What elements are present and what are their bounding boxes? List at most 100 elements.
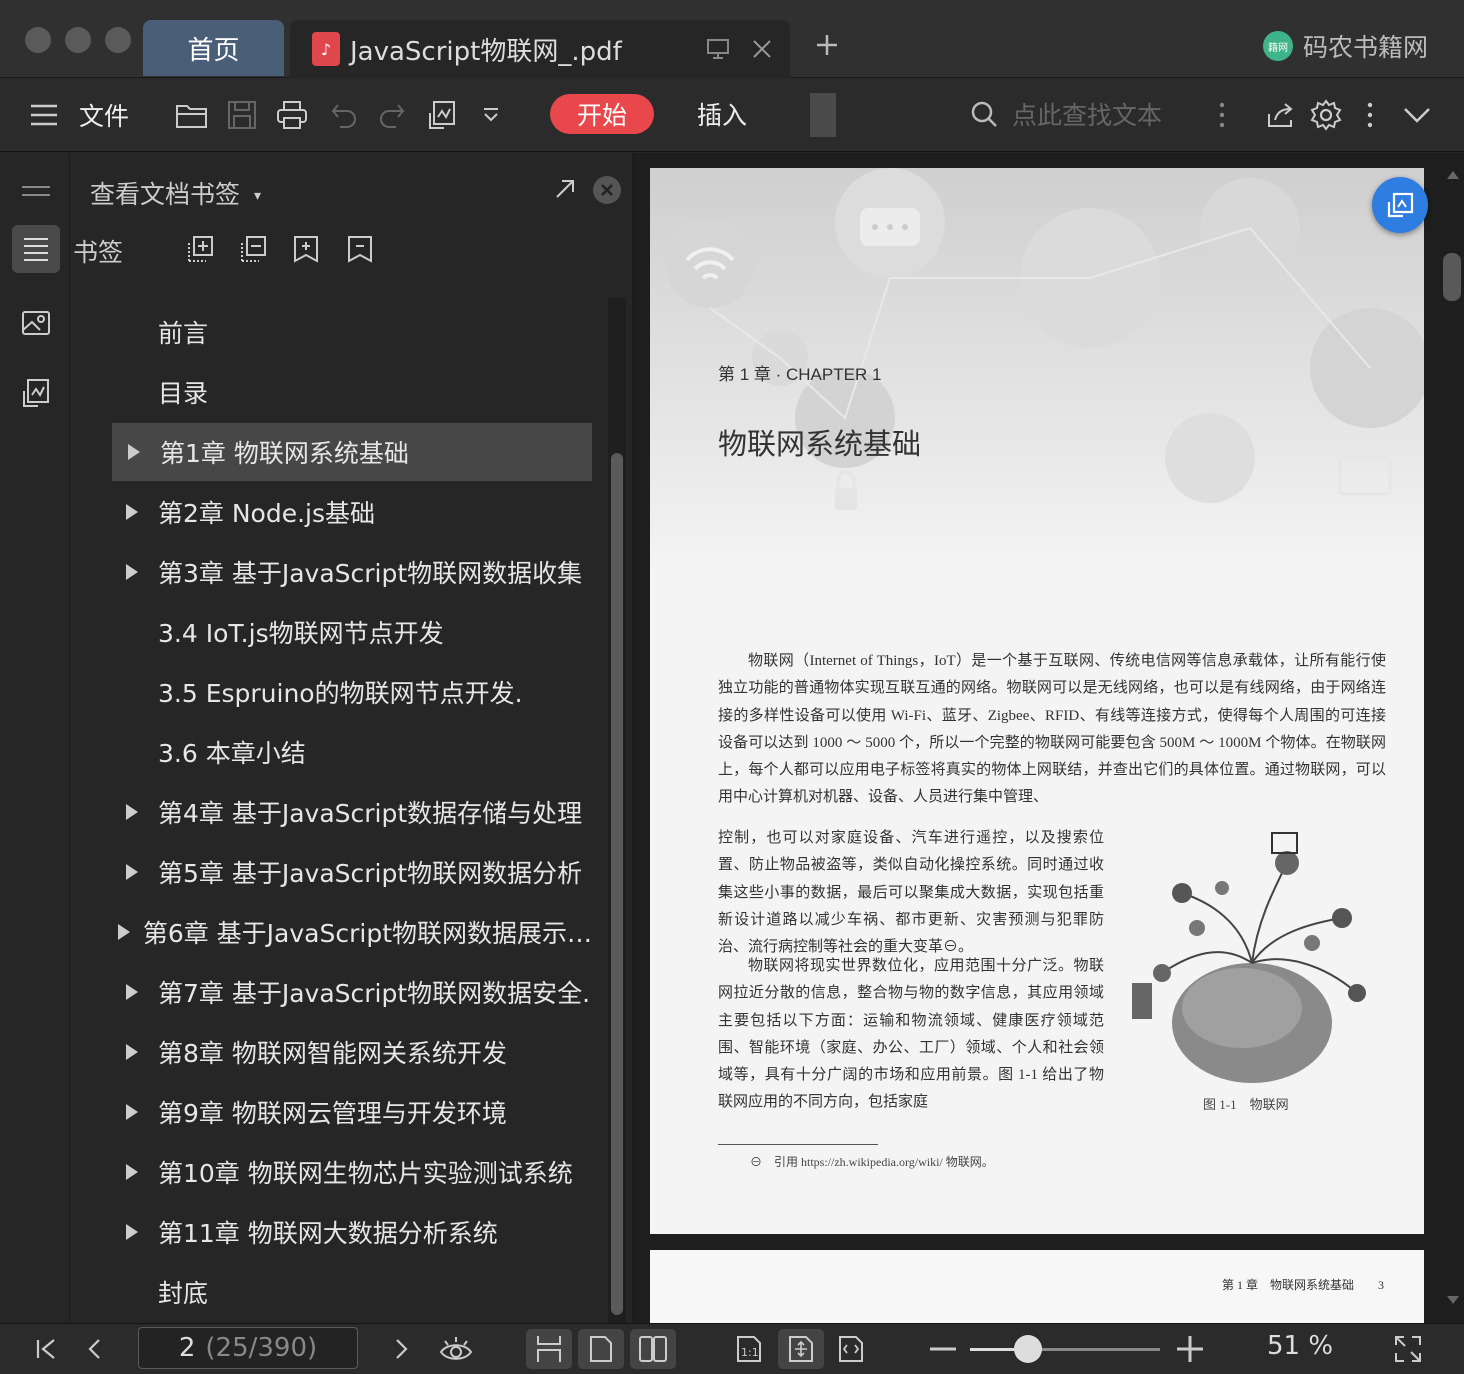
zoom-out-icon[interactable] — [928, 1329, 958, 1369]
expand-triangle-icon[interactable] — [110, 563, 150, 581]
expand-triangle-icon[interactable] — [110, 923, 135, 941]
bookmark-label: 3.5 Espruino的物联网节点开发. — [158, 679, 523, 708]
bookmark-item[interactable]: 第8章 物联网智能网关系统开发 — [110, 1023, 592, 1081]
bookmark-item[interactable]: 3.6 本章小结 — [110, 723, 592, 781]
body-paragraph-1-continued: 控制，也可以对家庭设备、汽车进行遥控，以及搜索位置、防止物品被盗等，类似自动化操… — [718, 830, 1104, 956]
fullscreen-icon[interactable] — [1390, 1329, 1426, 1369]
convert-document-icon[interactable] — [422, 96, 462, 134]
bookmark-item[interactable]: 第9章 物联网云管理与开发环境 — [110, 1083, 592, 1141]
annotation-panel-icon[interactable] — [12, 369, 60, 417]
bookmark-item[interactable]: 前言 — [110, 303, 592, 361]
expand-triangle-icon[interactable] — [110, 1043, 150, 1061]
collapse-all-icon[interactable] — [237, 233, 269, 265]
fit-width-icon[interactable] — [828, 1329, 874, 1369]
bookmark-item[interactable]: 3.4 IoT.js物联网节点开发 — [110, 603, 592, 661]
bookmark-item[interactable]: 第4章 基于JavaScript数据存储与处理 — [110, 783, 592, 841]
bookmark-item[interactable]: 目录 — [110, 363, 592, 421]
tab-document[interactable]: ♪ JavaScript物联网_.pdf — [290, 20, 790, 78]
bookmark-label: 第2章 Node.js基础 — [158, 499, 376, 528]
bookmark-item[interactable]: 第7章 基于JavaScript物联网数据安全. — [110, 963, 592, 1021]
file-menu[interactable]: 文件 — [76, 96, 132, 134]
previous-page-icon[interactable] — [80, 1329, 108, 1369]
vertical-dots-icon[interactable] — [1210, 96, 1234, 134]
actual-size-icon[interactable]: 1:1 — [726, 1329, 772, 1369]
bookmarks-panel-icon[interactable] — [12, 225, 60, 273]
bookmark-label: 第6章 基于JavaScript物联网数据展示… — [142, 919, 592, 948]
first-page-icon[interactable] — [30, 1329, 62, 1369]
expand-triangle-icon[interactable] — [110, 1103, 150, 1121]
bookmark-item[interactable]: 3.5 Espruino的物联网节点开发. — [110, 663, 592, 721]
two-page-mode-icon[interactable] — [630, 1329, 676, 1369]
scroll-down-arrow-icon[interactable] — [1447, 1296, 1459, 1304]
add-bookmark-icon[interactable] — [290, 233, 322, 265]
settings-gear-icon[interactable] — [1306, 96, 1346, 134]
thumbnails-image-icon[interactable] — [12, 299, 60, 347]
window-zoom-dot[interactable] — [105, 27, 131, 53]
share-icon[interactable] — [1260, 96, 1300, 134]
document-viewport[interactable]: 第 1 章 · CHAPTER 1 物联网系统基础 物联网（Internet o… — [636, 153, 1442, 1323]
page-current: 2 — [178, 1333, 196, 1363]
eye-reading-mode-icon[interactable] — [436, 1329, 476, 1369]
bookmark-label: 3.6 本章小结 — [158, 739, 306, 768]
more-tabs-button[interactable] — [810, 93, 836, 137]
bookmark-item[interactable]: 封底 — [110, 1263, 592, 1321]
zoom-slider-handle[interactable] — [1014, 1335, 1042, 1363]
bookmark-label: 第1章 物联网系统基础 — [160, 439, 409, 468]
tab-home[interactable]: 首页 — [143, 20, 284, 76]
remove-bookmark-icon[interactable] — [344, 233, 376, 265]
zoom-in-icon[interactable] — [1174, 1329, 1206, 1369]
expand-triangle-icon[interactable] — [110, 1223, 150, 1241]
new-tab-button[interactable] — [810, 28, 844, 62]
tab-insert[interactable]: 插入 — [690, 94, 754, 134]
bookmark-label: 目录 — [158, 379, 209, 408]
expand-triangle-icon[interactable] — [110, 1163, 150, 1181]
chapter-label: 第 1 章 · CHAPTER 1 — [718, 365, 882, 384]
tab-start[interactable]: 开始 — [550, 94, 654, 134]
bookmark-scrollbar-thumb[interactable] — [611, 453, 623, 1315]
pop-out-arrow-icon[interactable] — [553, 177, 577, 201]
bookmark-item[interactable]: 第3章 基于JavaScript物联网数据收集 — [110, 543, 592, 601]
brand-link[interactable]: 籍网 码农书籍网 — [1262, 28, 1428, 64]
floating-convert-button[interactable] — [1372, 177, 1428, 233]
bookmark-label: 第3章 基于JavaScript物联网数据收集 — [158, 559, 583, 588]
zoom-level[interactable]: 51 % — [1262, 1331, 1338, 1361]
next-page-icon[interactable] — [388, 1329, 416, 1369]
fit-page-icon[interactable] — [778, 1329, 824, 1369]
expand-triangle-icon[interactable] — [110, 503, 150, 521]
expand-triangle-icon[interactable] — [112, 443, 152, 461]
window-close-dot[interactable] — [25, 27, 51, 53]
bookmark-label: 封底 — [158, 1279, 209, 1308]
bookmark-item[interactable]: 第5章 基于JavaScript物联网数据分析 — [110, 843, 592, 901]
panel-title-dropdown[interactable]: 查看文档书签 ▾ — [90, 175, 261, 211]
more-options-icon[interactable] — [1358, 96, 1382, 134]
collapse-toolbar-chevron-icon[interactable] — [1398, 96, 1436, 134]
search-box[interactable]: 点此查找文本 — [970, 94, 1200, 134]
page-number-input[interactable]: 2 (25/390) — [138, 1327, 358, 1369]
single-page-mode-icon[interactable] — [578, 1329, 624, 1369]
scroll-up-arrow-icon[interactable] — [1447, 171, 1459, 179]
open-folder-icon[interactable] — [172, 96, 212, 134]
close-panel-icon[interactable] — [593, 176, 621, 204]
continuous-scroll-mode-icon[interactable] — [526, 1329, 572, 1369]
footnote: ⊖ 引用 https://zh.wikipedia.org/wiki/ 物联网。 — [750, 1155, 994, 1169]
customize-dropdown-icon[interactable] — [476, 96, 506, 134]
expand-all-icon[interactable] — [184, 233, 216, 265]
print-icon[interactable] — [272, 96, 312, 134]
bookmark-item[interactable]: 第10章 物联网生物芯片实验测试系统 — [110, 1143, 592, 1201]
hamburger-menu-icon[interactable] — [28, 96, 60, 134]
expand-triangle-icon[interactable] — [110, 863, 150, 881]
close-tab-icon[interactable] — [746, 33, 778, 65]
expand-triangle-icon[interactable] — [110, 803, 150, 821]
document-scrollbar-thumb[interactable] — [1443, 253, 1461, 301]
panel-title-label: 查看文档书签 — [90, 180, 241, 209]
monitor-icon[interactable] — [702, 33, 734, 65]
document-scrollbar-track[interactable] — [1442, 153, 1464, 1323]
bookmark-item[interactable]: 第11章 物联网大数据分析系统 — [110, 1203, 592, 1261]
bookmark-item[interactable]: 第1章 物联网系统基础 — [112, 423, 592, 481]
bookmark-label: 第4章 基于JavaScript数据存储与处理 — [158, 799, 583, 828]
collapse-panel-icon[interactable] — [12, 167, 60, 215]
window-minimize-dot[interactable] — [65, 27, 91, 53]
bookmark-item[interactable]: 第6章 基于JavaScript物联网数据展示… — [110, 903, 592, 961]
bookmark-item[interactable]: 第2章 Node.js基础 — [110, 483, 592, 541]
expand-triangle-icon[interactable] — [110, 983, 150, 1001]
